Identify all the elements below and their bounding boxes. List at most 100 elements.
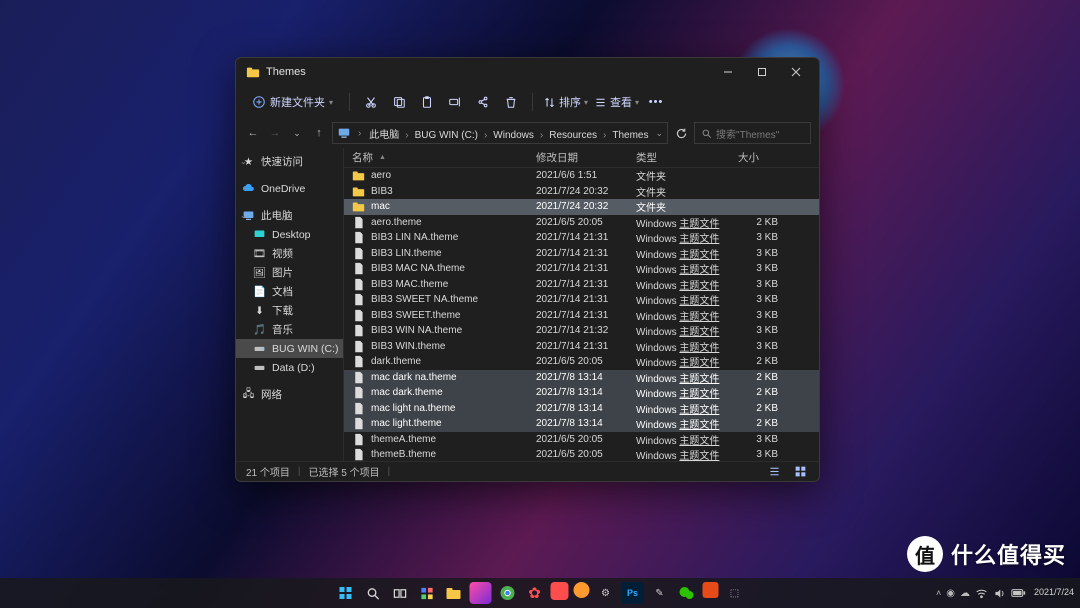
file-row[interactable]: BIB3 MAC NA.theme2021/7/14 21:31Windows …: [344, 261, 819, 277]
file-name: dark.theme: [371, 356, 421, 367]
file-row[interactable]: themeB.theme2021/6/5 20:05Windows 主题文件3 …: [344, 447, 819, 461]
taskbar-app-5[interactable]: ✎: [649, 582, 671, 604]
title-bar[interactable]: Themes: [236, 58, 819, 86]
file-row[interactable]: themeA.theme2021/6/5 20:05Windows 主题文件3 …: [344, 432, 819, 448]
breadcrumb-segment[interactable]: BUG WIN (C:): [412, 129, 481, 142]
file-row[interactable]: BIB3 SWEET NA.theme2021/7/14 21:31Window…: [344, 292, 819, 308]
taskbar-app-1[interactable]: [470, 582, 492, 604]
file-row[interactable]: BIB3 WIN.theme2021/7/14 21:31Windows 主题文…: [344, 339, 819, 355]
recent-locations-button[interactable]: ⌄: [288, 122, 306, 144]
sidebar[interactable]: ⌄★快速访问 ⌄OneDrive ⌄此电脑 Desktop 🎞视频 🖼图片 📄文…: [236, 148, 344, 461]
taskbar-app-4[interactable]: [574, 582, 590, 598]
widgets-button[interactable]: [416, 582, 438, 604]
sidebar-item-drive-c[interactable]: BUG WIN (C:): [236, 339, 343, 358]
sidebar-item-quick[interactable]: ⌄★快速访问: [236, 152, 343, 171]
file-row[interactable]: BIB32021/7/24 20:32文件夹: [344, 184, 819, 200]
start-button[interactable]: [335, 582, 357, 604]
sidebar-item-pictures[interactable]: 🖼图片: [236, 263, 343, 282]
details-view-icon[interactable]: [765, 463, 783, 481]
system-tray[interactable]: ˄ ◉ ☁: [936, 587, 1026, 600]
new-folder-button[interactable]: 新建文件夹 ▾: [246, 92, 339, 112]
sidebar-item-downloads[interactable]: ⬇下载: [236, 301, 343, 320]
file-row[interactable]: BIB3 LIN NA.theme2021/7/14 21:31Windows …: [344, 230, 819, 246]
header-type[interactable]: 类型: [628, 148, 730, 167]
chrome-icon[interactable]: [497, 582, 519, 604]
settings-icon[interactable]: ⚙: [595, 582, 617, 604]
task-view-button[interactable]: [389, 582, 411, 604]
copy-icon[interactable]: [388, 91, 410, 113]
maximize-button[interactable]: [745, 58, 779, 86]
search-input[interactable]: 搜索"Themes": [694, 122, 811, 144]
file-row[interactable]: BIB3 WIN NA.theme2021/7/14 21:32Windows …: [344, 323, 819, 339]
explorer-taskbar-icon[interactable]: [443, 582, 465, 604]
sidebar-item-onedrive[interactable]: ⌄OneDrive: [236, 179, 343, 198]
up-button[interactable]: ↑: [310, 122, 328, 144]
file-list[interactable]: aero2021/6/6 1:51文件夹BIB32021/7/24 20:32文…: [344, 168, 819, 461]
more-icon[interactable]: •••: [645, 91, 667, 113]
file-row[interactable]: aero.theme2021/6/5 20:05Windows 主题文件2 KB: [344, 215, 819, 231]
search-button[interactable]: [362, 582, 384, 604]
volume-icon[interactable]: [993, 587, 1006, 600]
file-row[interactable]: mac2021/7/24 20:32文件夹: [344, 199, 819, 215]
wifi-icon[interactable]: [975, 587, 988, 600]
tray-chevron-icon[interactable]: ˄: [936, 588, 941, 598]
taskbar[interactable]: ✿ ⚙ Ps ✎ ⬚ ˄ ◉ ☁ 2021/7/24: [0, 578, 1080, 608]
address-bar[interactable]: › 此电脑›BUG WIN (C:)›Windows›Resources›The…: [332, 122, 668, 144]
file-row[interactable]: mac light.theme2021/7/8 13:14Windows 主题文…: [344, 416, 819, 432]
file-icon: [352, 433, 365, 446]
header-size[interactable]: 大小: [730, 148, 786, 167]
office-icon[interactable]: [703, 582, 719, 598]
folder-icon: [352, 185, 365, 198]
header-date[interactable]: 修改日期: [528, 148, 628, 167]
cut-icon[interactable]: [360, 91, 382, 113]
taskbar-app-2[interactable]: ✿: [524, 582, 546, 604]
file-row[interactable]: mac light na.theme2021/7/8 13:14Windows …: [344, 401, 819, 417]
sidebar-item-music[interactable]: 🎵音乐: [236, 320, 343, 339]
sidebar-item-desktop[interactable]: Desktop: [236, 225, 343, 244]
wechat-icon[interactable]: [676, 582, 698, 604]
desktop[interactable]: Themes 新建文件夹 ▾ 排序 ▾: [0, 0, 1080, 608]
file-row[interactable]: BIB3 LIN.theme2021/7/14 21:31Windows 主题文…: [344, 246, 819, 262]
back-button[interactable]: ←: [244, 122, 262, 144]
sidebar-item-network[interactable]: ⌄🖧网络: [236, 385, 343, 404]
file-size: 3 KB: [756, 449, 778, 460]
rename-icon[interactable]: [444, 91, 466, 113]
header-name[interactable]: 名称▲: [344, 148, 528, 167]
tray-app-icon[interactable]: ◉: [946, 588, 955, 599]
breadcrumb-segment[interactable]: Themes: [609, 129, 651, 142]
breadcrumb-segment[interactable]: 此电脑: [366, 129, 402, 142]
taskbar-app-3[interactable]: [551, 582, 569, 600]
view-button[interactable]: 查看 ▾: [594, 94, 639, 110]
share-icon[interactable]: [472, 91, 494, 113]
breadcrumb-segment[interactable]: Windows: [490, 129, 537, 142]
taskbar-clock[interactable]: 2021/7/24: [1034, 588, 1074, 598]
file-row[interactable]: dark.theme2021/6/5 20:05Windows 主题文件2 KB: [344, 354, 819, 370]
delete-icon[interactable]: [500, 91, 522, 113]
refresh-button[interactable]: [672, 122, 690, 144]
file-row[interactable]: mac dark.theme2021/7/8 13:14Windows 主题文件…: [344, 385, 819, 401]
file-type: Windows 主题文件: [636, 354, 719, 369]
chevron-down-icon[interactable]: ⌄: [656, 128, 664, 139]
sidebar-item-documents[interactable]: 📄文档: [236, 282, 343, 301]
battery-icon[interactable]: [1011, 588, 1026, 598]
paste-icon[interactable]: [416, 91, 438, 113]
forward-button[interactable]: →: [266, 122, 284, 144]
file-name: BIB3 WIN NA.theme: [371, 325, 462, 336]
minimize-button[interactable]: [711, 58, 745, 86]
close-button[interactable]: [779, 58, 813, 86]
file-name: mac light.theme: [371, 418, 442, 429]
window-title: Themes: [266, 66, 306, 78]
thumbnails-view-icon[interactable]: [791, 463, 809, 481]
breadcrumb-segment[interactable]: Resources: [546, 129, 600, 142]
file-row[interactable]: BIB3 MAC.theme2021/7/14 21:31Windows 主题文…: [344, 277, 819, 293]
sidebar-item-videos[interactable]: 🎞视频: [236, 244, 343, 263]
cloud-tray-icon[interactable]: ☁: [960, 588, 970, 599]
photoshop-icon[interactable]: Ps: [622, 582, 644, 604]
taskbar-app-6[interactable]: ⬚: [724, 582, 746, 604]
sidebar-item-thispc[interactable]: ⌄此电脑: [236, 206, 343, 225]
sort-button[interactable]: 排序 ▾: [543, 94, 588, 110]
file-row[interactable]: mac dark na.theme2021/7/8 13:14Windows 主…: [344, 370, 819, 386]
file-row[interactable]: aero2021/6/6 1:51文件夹: [344, 168, 819, 184]
sidebar-item-drive-d[interactable]: Data (D:): [236, 358, 343, 377]
file-row[interactable]: BIB3 SWEET.theme2021/7/14 21:31Windows 主…: [344, 308, 819, 324]
